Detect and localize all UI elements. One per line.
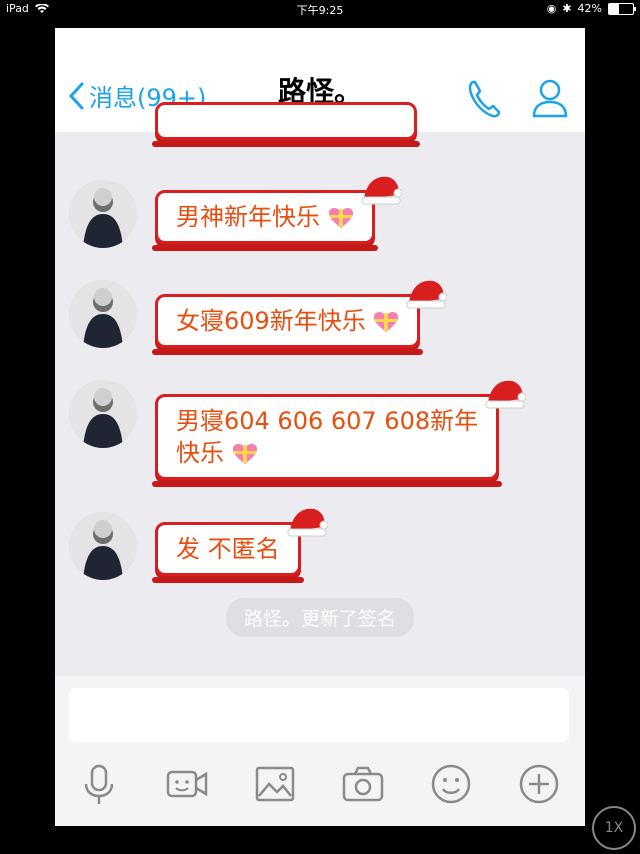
message-bubble[interactable]: 男寝604 606 607 608新年 快乐 — [151, 380, 527, 487]
mic-icon[interactable] — [77, 762, 121, 806]
message-text: 男神新年快乐 — [176, 203, 320, 231]
gift-heart-icon — [374, 312, 399, 332]
input-bar — [55, 676, 585, 826]
input-toolbar — [55, 756, 585, 816]
avatar[interactable] — [69, 380, 137, 448]
message-text-line: 男寝604 606 607 608新年 — [176, 407, 479, 435]
system-message: 路怪。更新了签名 — [225, 598, 415, 637]
message-text: 发 不匿名 — [176, 535, 280, 563]
gift-heart-icon — [232, 444, 257, 464]
zoom-button[interactable]: 1X — [592, 806, 636, 850]
bluetooth-icon: ✱ — [562, 2, 572, 15]
message-bubble[interactable]: 发 不匿名 — [152, 508, 328, 583]
message-text: 女寝609新年快乐 — [176, 307, 366, 335]
santa-hat-icon — [361, 176, 402, 205]
video-emoji-icon[interactable] — [165, 762, 209, 806]
contact-icon[interactable] — [531, 76, 569, 120]
avatar[interactable] — [69, 280, 137, 348]
camera-icon[interactable] — [341, 762, 385, 806]
battery-icon — [608, 2, 636, 15]
message-input[interactable] — [69, 688, 569, 742]
phone-icon[interactable] — [465, 76, 503, 120]
image-icon[interactable] — [253, 762, 297, 806]
message-text-line: 快乐 — [176, 439, 224, 467]
santa-hat-icon — [406, 280, 448, 309]
gift-heart-icon — [328, 208, 353, 228]
message-list[interactable]: 男神新年快乐 女寝609新年快乐 男寝604 606 607 608新年 快乐 — [55, 102, 585, 684]
santa-hat-icon — [485, 380, 527, 409]
santa-hat-icon — [287, 508, 328, 537]
plus-icon[interactable] — [517, 762, 561, 806]
clock: 下午9:25 — [296, 4, 344, 17]
lock-rotation-icon: ◉ — [546, 2, 557, 15]
emoji-icon[interactable] — [429, 762, 473, 806]
avatar[interactable] — [69, 180, 137, 248]
avatar[interactable] — [69, 512, 137, 580]
message-bubble[interactable]: 女寝609新年快乐 — [151, 280, 448, 355]
status-bar: iPad 下午9:25 ◉ ✱ 42% — [0, 0, 640, 18]
chat-window: 消息(99+) 路怪。 手机在线 - WiFi 男神新年快乐 女寝609新年 — [55, 28, 585, 826]
message-bubble-partial[interactable] — [152, 102, 420, 147]
battery-percent: 42% — [577, 2, 602, 15]
message-bubble[interactable]: 男神新年快乐 — [152, 176, 402, 251]
